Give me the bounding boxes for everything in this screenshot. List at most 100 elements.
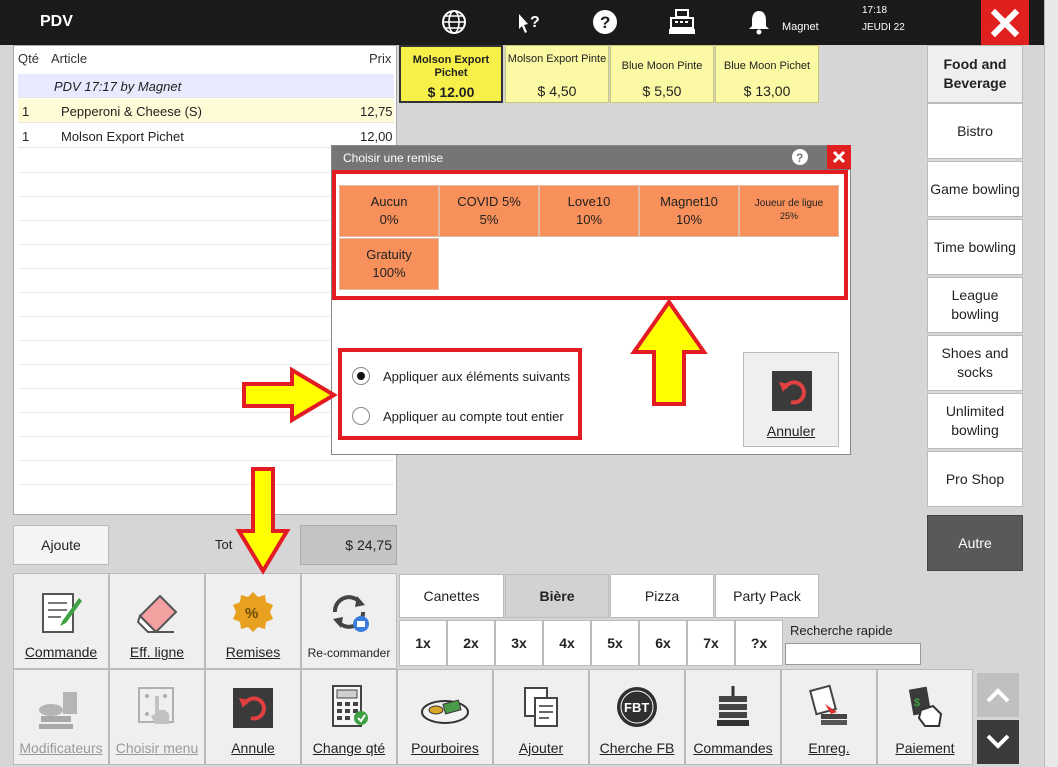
commande-label: Commande [24,644,98,660]
close-icon [990,8,1020,37]
paiement-button[interactable]: $ Paiement [877,669,973,765]
dialog-cancel-label: Annuler [766,423,816,439]
chevron-up-icon [986,688,1010,703]
save-order-icon [809,684,847,725]
qty-1x-button[interactable]: 1x [399,620,447,666]
total-label: Tot [215,537,233,552]
commandes-button[interactable]: Commandes [685,669,781,765]
cherche-fb-button[interactable]: FBT Cherche FB [589,669,685,765]
dialog-title-bar: Choisir une remise [332,146,850,170]
quick-search-input[interactable] [785,643,921,665]
modifiers-icon [39,692,77,729]
enreg-button[interactable]: Enreg. [781,669,877,765]
product-name: Molson Export Pinte [507,53,607,65]
qty-custom-button[interactable]: ?x [735,620,783,666]
annule-button[interactable]: Annule [205,669,301,765]
undo-icon [233,688,273,728]
product-price: $ 12.00 [427,84,475,100]
tab-pizza[interactable]: Pizza [610,574,714,618]
order-group-line[interactable]: PDV 17:17 by Magnet [18,74,394,98]
total-value: $ 24,75 [300,525,397,565]
item-name: Pepperoni & Cheese (S) [61,104,202,119]
right-arrow-annotation [242,366,338,424]
product-price: $ 13,00 [743,83,791,99]
globe-icon[interactable] [440,8,470,38]
down-arrow-annotation [235,467,291,575]
choisir-menu-button[interactable]: Choisir menu [109,669,205,765]
ajoute-button[interactable]: Ajoute [13,525,109,565]
window-scrollbar[interactable] [1044,0,1058,767]
commande-button[interactable]: Commande [13,573,109,669]
item-name: Molson Export Pichet [61,129,184,144]
touch-menu-icon [138,687,174,724]
context-help-icon[interactable]: ? [516,8,546,38]
category-pro-shop[interactable]: Pro Shop [927,451,1023,507]
help-icon[interactable]: ? [591,8,621,38]
ajouter-label: Ajouter [518,740,564,756]
app-title: PDV [40,13,73,30]
product-price: $ 5,50 [642,83,682,99]
product-tile[interactable]: Molson Export Pichet $ 12.00 [399,45,503,103]
dialog-close-button[interactable] [827,145,851,169]
qty-6x-button[interactable]: 6x [639,620,687,666]
category-food-and-beverage[interactable]: Food and Beverage [927,45,1023,103]
category-unlimited-bowling[interactable]: Unlimited bowling [927,393,1023,449]
category-time-bowling[interactable]: Time bowling [927,219,1023,275]
apply-items-radio[interactable] [352,367,370,385]
discount-badge-icon: % [233,592,273,632]
scroll-down-button[interactable] [977,720,1019,764]
undo-icon [772,371,812,411]
change-qte-label: Change qté [312,740,386,756]
article-header: Article [51,51,88,66]
order-group-label: PDV 17:17 by Magnet [54,79,182,94]
product-tile[interactable]: Blue Moon Pichet $ 13,00 [715,45,819,103]
clock-date: JEUDI 22 [862,22,905,33]
category-league-bowling[interactable]: League bowling [927,277,1023,333]
tip-tray-icon [421,699,469,724]
modificateurs-label: Modificateurs [19,740,103,756]
qty-2x-button[interactable]: 2x [447,620,495,666]
modificateurs-button[interactable]: Modificateurs [13,669,109,765]
category-autre[interactable]: Autre [927,515,1023,571]
choisir-menu-label: Choisir menu [115,740,199,756]
apply-account-radio[interactable] [352,407,370,425]
annule-label: Annule [231,740,275,756]
discounts-highlight-box [332,170,848,300]
re-commander-button[interactable]: Re-commander [301,573,397,669]
item-price: 12,00 [360,129,393,144]
commandes-label: Commandes [693,740,773,756]
category-bistro[interactable]: Bistro [927,103,1023,159]
qty-3x-button[interactable]: 3x [495,620,543,666]
eff-ligne-button[interactable]: Eff. ligne [109,573,205,669]
scroll-up-button[interactable] [977,673,1019,717]
close-app-button[interactable] [981,0,1029,45]
qty-7x-button[interactable]: 7x [687,620,735,666]
product-name: Blue Moon Pinte [621,60,703,72]
dialog-help-icon[interactable]: ? [791,148,809,166]
tab-party-pack[interactable]: Party Pack [715,574,819,618]
product-tile[interactable]: Blue Moon Pinte $ 5,50 [610,45,714,103]
re-commander-label: Re-commander [307,646,391,660]
cash-register-icon[interactable] [667,8,697,38]
paiement-label: Paiement [895,740,955,756]
category-shoes-and-socks[interactable]: Shoes and socks [927,335,1023,391]
category-game-bowling[interactable]: Game bowling [927,161,1023,217]
svg-text:FBT: FBT [624,700,649,715]
qty-4x-button[interactable]: 4x [543,620,591,666]
product-tile[interactable]: Molson Export Pinte $ 4,50 [505,45,609,103]
order-row[interactable]: 1 Pepperoni & Cheese (S) 12,75 [18,99,394,123]
remises-button[interactable]: % Remises [205,573,301,669]
svg-text:?: ? [530,14,540,31]
svg-text:?: ? [796,151,803,165]
copy-documents-icon [524,687,558,727]
tab-canettes[interactable]: Canettes [399,574,504,618]
qty-5x-button[interactable]: 5x [591,620,639,666]
ajouter-button[interactable]: Ajouter [493,669,589,765]
tab-biere[interactable]: Bière [505,574,609,618]
item-price: 12,75 [360,104,393,119]
pourboires-button[interactable]: Pourboires [397,669,493,765]
apply-items-label: Appliquer aux éléments suivants [383,369,571,384]
bell-icon[interactable] [746,8,776,38]
dialog-cancel-button[interactable]: Annuler [743,352,839,447]
change-qte-button[interactable]: Change qté [301,669,397,765]
